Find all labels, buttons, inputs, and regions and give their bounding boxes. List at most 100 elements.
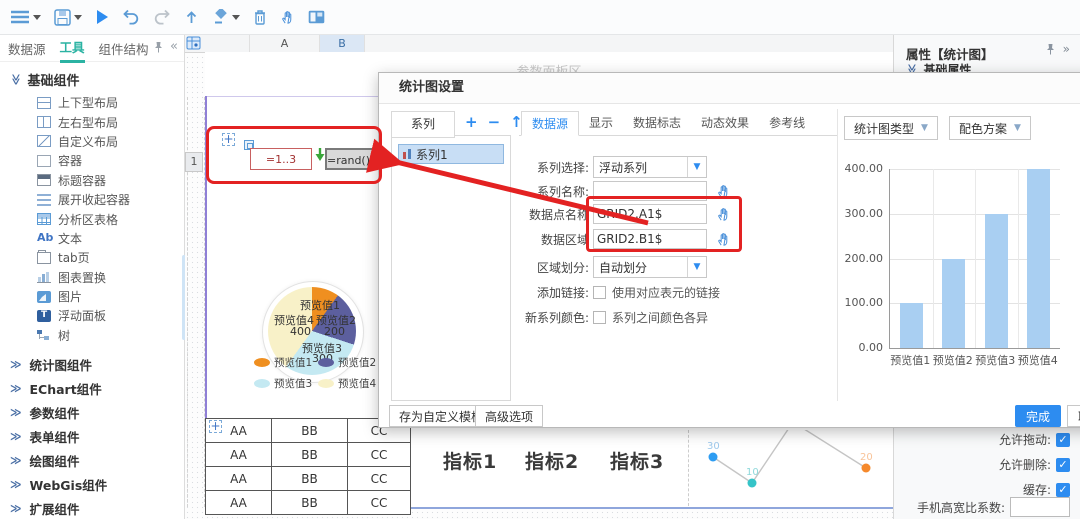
table-row[interactable]: AABBCC [206, 467, 411, 491]
series-list[interactable]: 系列1 [391, 135, 511, 401]
datapoint-name-input[interactable] [593, 204, 707, 224]
table-move-handle-icon[interactable]: + [209, 420, 222, 433]
advanced-options-button[interactable]: 高级选项 [475, 405, 543, 427]
bar[interactable] [900, 303, 923, 348]
dialog-tab-数据标志[interactable]: 数据标志 [623, 111, 691, 136]
line-point[interactable] [709, 453, 718, 462]
table-cell[interactable]: AA [206, 467, 272, 491]
line-chart-preview[interactable]: 301020 [693, 430, 893, 507]
color-scheme-button[interactable]: 配色方案▼ [949, 116, 1031, 140]
expand-panel-icon[interactable]: » [1063, 42, 1070, 56]
table-cell[interactable]: BB [272, 491, 348, 515]
pick-cell-hand-icon[interactable] [716, 206, 731, 222]
sidebar-group-EChart组件[interactable]: ≫EChart组件 [0, 376, 184, 400]
preview-table[interactable]: AABBCCAABBCCAABBCCAABBCC [205, 418, 411, 515]
new-series-color-checkbox[interactable] [593, 311, 606, 324]
pin-icon[interactable] [1045, 43, 1056, 55]
new-series-color-label: 新系列颜色: [521, 309, 589, 326]
hand-tool-button[interactable] [280, 9, 295, 25]
pick-cell-hand-icon[interactable] [716, 183, 731, 199]
table-cell[interactable]: AA [206, 443, 272, 467]
sidebar-group-WebGis组件[interactable]: ≫WebGis组件 [0, 472, 184, 496]
sheet-corner-icon[interactable] [186, 36, 201, 53]
sidebar-item-tree[interactable]: 树 [0, 326, 184, 345]
column-header-blank[interactable] [205, 35, 250, 52]
table-cell[interactable]: AA [206, 491, 272, 515]
finish-button[interactable]: 完成 [1015, 405, 1061, 427]
chart-type-button[interactable]: 统计图类型▼ [844, 116, 938, 140]
sidebar-item-updown[interactable]: 上下型布局 [0, 93, 184, 112]
sidebar-item-tabpage[interactable]: tab页 [0, 248, 184, 267]
dialog-tab-数据源[interactable]: 数据源 [521, 111, 579, 136]
sidebar-item-image[interactable]: 图片 [0, 287, 184, 306]
sidebar-item-leftright[interactable]: 左右型布局 [0, 112, 184, 131]
sidebar-group-绘图组件[interactable]: ≫绘图组件 [0, 448, 184, 472]
delete-button[interactable] [253, 9, 267, 26]
bar[interactable] [985, 214, 1008, 348]
sidebar-tab-datasource[interactable]: 数据源 [8, 35, 46, 62]
line-point[interactable] [862, 464, 871, 473]
add-series-button[interactable]: + [465, 113, 478, 131]
sidebar-item-chartswap[interactable]: 图表置换 [0, 268, 184, 287]
save-button[interactable] [54, 9, 82, 26]
sidebar-group-统计图组件[interactable]: ≫统计图组件 [0, 352, 184, 376]
ratio-input[interactable] [1010, 497, 1070, 517]
run-button[interactable] [95, 9, 109, 25]
add-link-checkbox[interactable] [593, 286, 606, 299]
basic-components-header[interactable]: ≫ 基础组件 [10, 70, 184, 89]
series-select-dropdown[interactable]: 浮动系列 ▼ [593, 156, 707, 178]
sidebar-tab-tools[interactable]: 工具 [60, 35, 85, 63]
cancel-button[interactable]: 取消 [1067, 405, 1080, 427]
pin-icon[interactable] [153, 41, 164, 53]
collapse-panel-icon[interactable]: « [170, 39, 178, 54]
formula-cell-b1[interactable]: =rand()*10 [325, 148, 381, 170]
table-cell[interactable]: CC [348, 443, 411, 467]
table-cell[interactable]: BB [272, 443, 348, 467]
dialog-tab-显示[interactable]: 显示 [579, 111, 623, 136]
table-row[interactable]: AABBCC [206, 491, 411, 515]
remove-series-button[interactable]: − [488, 113, 501, 131]
area-divide-dropdown[interactable]: 自动划分 ▼ [593, 256, 707, 278]
sidebar-item-titlebox[interactable]: 标题容器 [0, 171, 184, 190]
sidebar-item-analysistable[interactable]: 分析区表格 [0, 209, 184, 228]
format-button[interactable] [212, 9, 240, 25]
data-area-input[interactable] [593, 229, 707, 249]
redo-button[interactable] [153, 9, 171, 25]
undo-button[interactable] [122, 9, 140, 25]
table-cell[interactable]: CC [348, 467, 411, 491]
table-cell[interactable]: CC [348, 491, 411, 515]
bar[interactable] [1027, 169, 1050, 348]
pick-cell-hand-icon[interactable] [716, 231, 731, 247]
sidebar-group-扩展组件[interactable]: ≫扩展组件 [0, 496, 184, 519]
series-tab[interactable]: 系列 [391, 111, 455, 138]
row-header-1[interactable]: 1 [185, 152, 203, 172]
sidebar-group-表单组件[interactable]: ≫表单组件 [0, 424, 184, 448]
table-cell[interactable]: BB [272, 467, 348, 491]
sidebar-item-expander[interactable]: 展开收起容器 [0, 190, 184, 209]
property-checkbox[interactable]: ✓ [1056, 433, 1070, 447]
table-cell[interactable]: BB [272, 419, 348, 443]
publish-button[interactable] [184, 9, 199, 25]
menu-button[interactable] [10, 9, 41, 25]
table-row[interactable]: AABBCC [206, 443, 411, 467]
y-tick-label: 200.00 [845, 252, 884, 265]
sidebar-tab-structure[interactable]: 组件结构 [99, 35, 149, 62]
column-header-a[interactable]: A [250, 35, 320, 52]
move-handle-icon[interactable]: + [222, 133, 235, 146]
series-name-input[interactable] [593, 181, 707, 201]
dialog-tab-参考线[interactable]: 参考线 [759, 111, 815, 136]
formula-cell-a1[interactable]: =1..3 [250, 148, 312, 170]
column-header-b[interactable]: B [320, 35, 365, 52]
property-checkbox[interactable]: ✓ [1056, 483, 1070, 497]
panel-button[interactable] [308, 10, 325, 24]
dialog-tab-动态效果[interactable]: 动态效果 [691, 111, 759, 136]
bar[interactable] [942, 259, 965, 349]
line-point[interactable] [748, 479, 757, 488]
property-checkbox[interactable]: ✓ [1056, 458, 1070, 472]
sidebar-item-text[interactable]: Ab文本 [0, 229, 184, 248]
sidebar-group-参数组件[interactable]: ≫参数组件 [0, 400, 184, 424]
sidebar-item-container[interactable]: 容器 [0, 151, 184, 170]
series-list-item[interactable]: 系列1 [398, 144, 504, 164]
sidebar-item-floatpanel[interactable]: 浮动面板 [0, 306, 184, 325]
sidebar-item-custom[interactable]: 自定义布局 [0, 132, 184, 151]
